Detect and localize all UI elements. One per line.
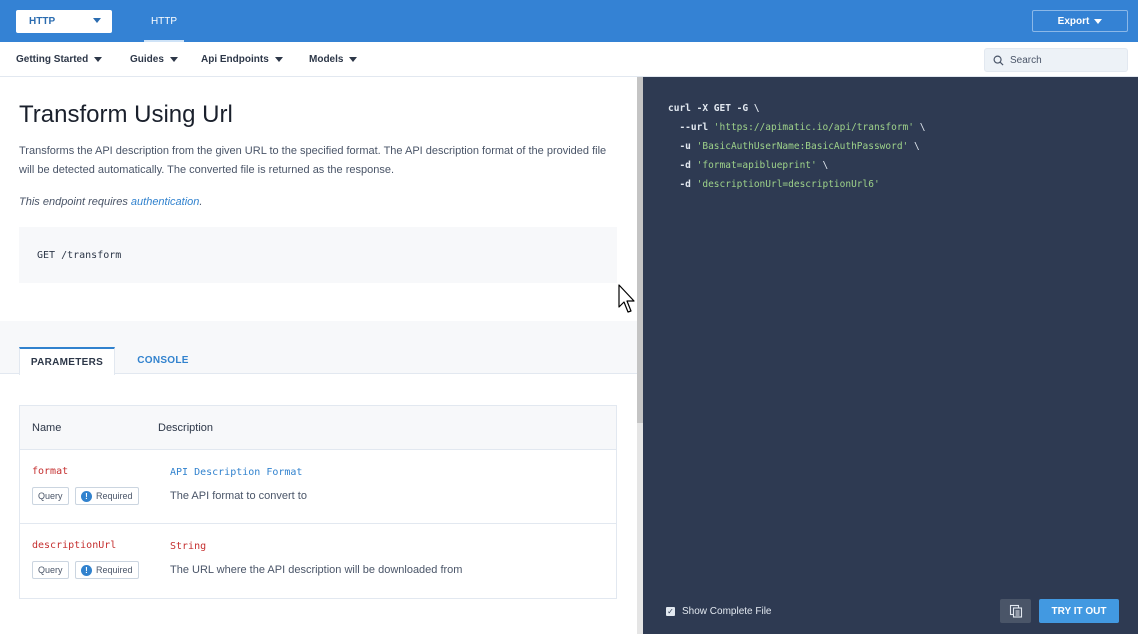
code-line: -d 'format=apiblueprint' \ [679,160,829,171]
column-header-description: Description [158,421,214,434]
tab-parameters[interactable]: PARAMETERS [19,347,115,375]
nav-item-getting-started[interactable]: Getting Started [16,42,103,77]
nav-bar: Getting Started Guides Api Endpoints Mod… [0,42,1138,77]
endpoint-description: Transforms the API description from the … [19,145,607,176]
parameters-table: Name Description format Query ! Required… [19,405,617,599]
chevron-down-icon [1094,18,1103,24]
show-complete-file-checkbox[interactable]: ✓ [666,607,675,616]
language-select[interactable]: HTTP [16,10,112,33]
nav-item-label: Getting Started [16,54,89,65]
chevron-down-icon [169,57,178,62]
nav-item-label: Api Endpoints [201,54,269,65]
required-badge-label: Required [96,491,133,501]
required-badge: ! Required [75,561,139,579]
show-complete-file-label: Show Complete File [682,606,772,617]
chevron-down-icon [274,57,283,62]
param-name: format [32,466,69,477]
try-it-out-label: TRY IT OUT [1051,605,1107,617]
endpoint-path: GET /transform [37,249,122,261]
location-badge: Query [32,561,69,579]
endpoint-signature: GET /transform [19,227,617,283]
code-line: -d 'descriptionUrl=descriptionUrl6' [679,179,880,190]
param-type: String [170,541,207,552]
table-header: Name Description [20,406,616,450]
copy-icon [1009,604,1022,618]
copy-button[interactable] [1000,599,1031,623]
code-sample: curl -X GET -G \ --url 'https://apimatic… [668,99,925,194]
exclamation-icon: ! [81,490,92,502]
tab-bar: PARAMETERS CONSOLE [0,347,637,375]
show-complete-file-toggle[interactable]: ✓ Show Complete File [666,606,771,617]
page-title: Transform Using Url [19,101,233,128]
chevron-down-icon [94,57,103,62]
search-icon [993,55,1004,66]
location-badge: Query [32,487,69,505]
language-select-value: HTTP [29,16,56,27]
required-badge-label: Required [96,565,133,575]
auth-note-prefix: This endpoint requires [19,196,131,208]
tab-console[interactable]: CONSOLE [128,347,198,374]
export-button-label: Export [1057,15,1090,27]
nav-item-models[interactable]: Models [309,42,358,77]
auth-note: This endpoint requires authentication. [19,196,202,208]
mouse-cursor-icon [618,284,635,313]
top-bar: HTTP HTTP Export [0,0,1138,42]
code-line: curl -X GET -G \ [668,103,760,114]
column-header-name: Name [32,421,62,434]
param-type-link[interactable]: API Description Format [170,467,302,478]
tab-http[interactable]: HTTP [144,0,184,42]
tab-http-label: HTTP [150,15,178,27]
code-panel: curl -X GET -G \ --url 'https://apimatic… [643,77,1138,634]
export-button[interactable]: Export [1032,10,1128,32]
table-row: format Query ! Required API Description … [20,450,616,524]
required-badge: ! Required [75,487,139,505]
exclamation-icon: ! [81,564,92,576]
param-description: The URL where the API description will b… [170,564,463,576]
code-line: -u 'BasicAuthUserName:BasicAuthPassword'… [679,141,920,152]
try-it-out-button[interactable]: TRY IT OUT [1039,599,1119,623]
code-line: --url 'https://apimatic.io/api/transform… [679,122,926,133]
search-input[interactable] [1010,54,1120,66]
tab-console-label: CONSOLE [137,355,189,366]
tab-parameters-label: PARAMETERS [30,356,104,368]
chevron-down-icon [349,57,358,62]
documentation-pane: Transform Using Url Transforms the API d… [0,77,637,634]
table-row: descriptionUrl Query ! Required String T… [20,524,616,598]
auth-note-suffix: . [199,196,203,208]
param-name: descriptionUrl [32,540,117,551]
search-box[interactable] [984,48,1128,72]
chevron-down-icon [93,18,101,23]
nav-item-label: Models [309,54,344,65]
nav-item-guides[interactable]: Guides [130,42,178,77]
nav-item-api-endpoints[interactable]: Api Endpoints [201,42,283,77]
nav-item-label: Guides [130,54,164,65]
param-description: The API format to convert to [170,490,307,502]
authentication-link[interactable]: authentication [131,196,200,208]
